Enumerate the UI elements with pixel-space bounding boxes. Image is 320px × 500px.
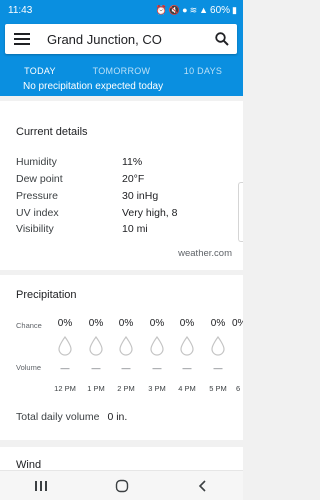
raindrop-icon bbox=[89, 336, 103, 356]
hour-chance: 0% bbox=[232, 318, 243, 329]
hour-time: 12 PM bbox=[54, 384, 76, 393]
hour-column: 0% — 3 PM bbox=[143, 318, 171, 408]
details-label: UV index bbox=[16, 207, 59, 219]
raindrop-icon bbox=[150, 336, 164, 356]
current-details-card: Current details Humidity 11% Dew point 2… bbox=[0, 101, 243, 270]
details-row-uv-index: UV index Very high, 8 bbox=[16, 207, 236, 223]
home-icon[interactable] bbox=[102, 471, 142, 500]
hour-column: 0% — 1 PM bbox=[82, 318, 110, 408]
hamburger-menu-icon[interactable] bbox=[5, 24, 39, 54]
volume-label: Volume bbox=[16, 363, 42, 372]
system-nav-bar bbox=[0, 470, 243, 500]
hour-volume: — bbox=[121, 363, 131, 373]
details-label: Dew point bbox=[16, 173, 63, 185]
hour-column: 0% — 5 PM bbox=[204, 318, 232, 408]
hour-chance: 0% bbox=[149, 318, 165, 329]
total-daily-volume: Total daily volume 0 in. bbox=[16, 411, 127, 423]
precipitation-title: Precipitation bbox=[16, 289, 77, 301]
hour-chance: 0% bbox=[210, 318, 226, 329]
hour-volume: — bbox=[182, 363, 192, 373]
details-value: 11% bbox=[122, 156, 143, 168]
back-icon[interactable] bbox=[183, 471, 223, 500]
hour-column: 0% — 12 PM bbox=[51, 318, 79, 408]
total-volume-label: Total daily volume bbox=[16, 411, 100, 423]
details-row-visibility: Visibility 10 mi bbox=[16, 223, 236, 239]
total-volume-value: 0 in. bbox=[107, 411, 128, 423]
details-label: Pressure bbox=[16, 190, 59, 202]
search-icon[interactable] bbox=[207, 24, 237, 54]
location-search-bar[interactable]: Grand Junction, CO bbox=[5, 24, 237, 54]
battery-percent: 60% bbox=[210, 4, 231, 16]
status-time: 11:43 bbox=[8, 4, 33, 16]
details-value: 10 mi bbox=[122, 223, 148, 235]
raindrop-icon bbox=[180, 336, 194, 356]
details-label: Visibility bbox=[16, 223, 54, 235]
hour-time: 3 PM bbox=[148, 384, 166, 393]
details-row-dew-point: Dew point 20°F bbox=[16, 173, 236, 189]
raindrop-icon bbox=[211, 336, 225, 356]
details-value: 30 inHg bbox=[122, 190, 159, 202]
alarm-icon: ⏰ bbox=[155, 4, 167, 15]
details-row-humidity: Humidity 11% bbox=[16, 156, 236, 172]
hour-volume: — bbox=[60, 363, 70, 373]
hour-chance: 0% bbox=[179, 318, 195, 329]
hour-time: 6 bbox=[236, 384, 241, 393]
status-icons: ⏰ 🔇 ● ≋ ▲ 60% ▮ bbox=[156, 5, 237, 16]
hour-chance: 0% bbox=[118, 318, 134, 329]
details-label: Humidity bbox=[16, 156, 57, 168]
precipitation-banner: No precipitation expected today bbox=[0, 78, 243, 96]
location-text[interactable]: Grand Junction, CO bbox=[39, 32, 207, 47]
recent-apps-icon[interactable] bbox=[21, 471, 61, 500]
current-details-title: Current details bbox=[16, 126, 88, 138]
hour-time: 2 PM bbox=[117, 384, 135, 393]
signal-icon: ▲ bbox=[199, 5, 209, 15]
chance-label: Chance bbox=[16, 321, 42, 330]
mute-icon: 🔇 bbox=[168, 4, 181, 15]
scroll-handle[interactable] bbox=[238, 182, 243, 242]
hour-volume: — bbox=[91, 363, 101, 373]
hour-column: 0% — 2 PM bbox=[112, 318, 140, 408]
hour-column: 0% — 4 PM bbox=[173, 318, 201, 408]
battery-icon: ▮ bbox=[232, 4, 237, 15]
details-value: 20°F bbox=[122, 173, 145, 185]
hour-chance: 0% bbox=[88, 318, 104, 329]
wifi-icon: ≋ bbox=[189, 4, 198, 15]
location-icon: ● bbox=[182, 5, 188, 15]
raindrop-icon bbox=[58, 336, 72, 356]
details-row-pressure: Pressure 30 inHg bbox=[16, 190, 236, 206]
status-bar: 11:43 ⏰ 🔇 ● ≋ ▲ 60% ▮ bbox=[0, 0, 243, 20]
hour-column: 0% 6 bbox=[232, 318, 243, 408]
details-value: Very high, 8 bbox=[122, 207, 178, 219]
source-link[interactable]: weather.com bbox=[178, 248, 232, 259]
hour-chance: 0% bbox=[57, 318, 73, 329]
hour-time: 4 PM bbox=[178, 384, 196, 393]
hour-time: 5 PM bbox=[209, 384, 227, 393]
hour-volume: — bbox=[152, 363, 162, 373]
hour-volume: — bbox=[213, 363, 223, 373]
hour-time: 1 PM bbox=[87, 384, 105, 393]
precipitation-card: Precipitation Chance Volume 0% — 12 PM 0… bbox=[0, 275, 243, 440]
raindrop-icon bbox=[119, 336, 133, 356]
